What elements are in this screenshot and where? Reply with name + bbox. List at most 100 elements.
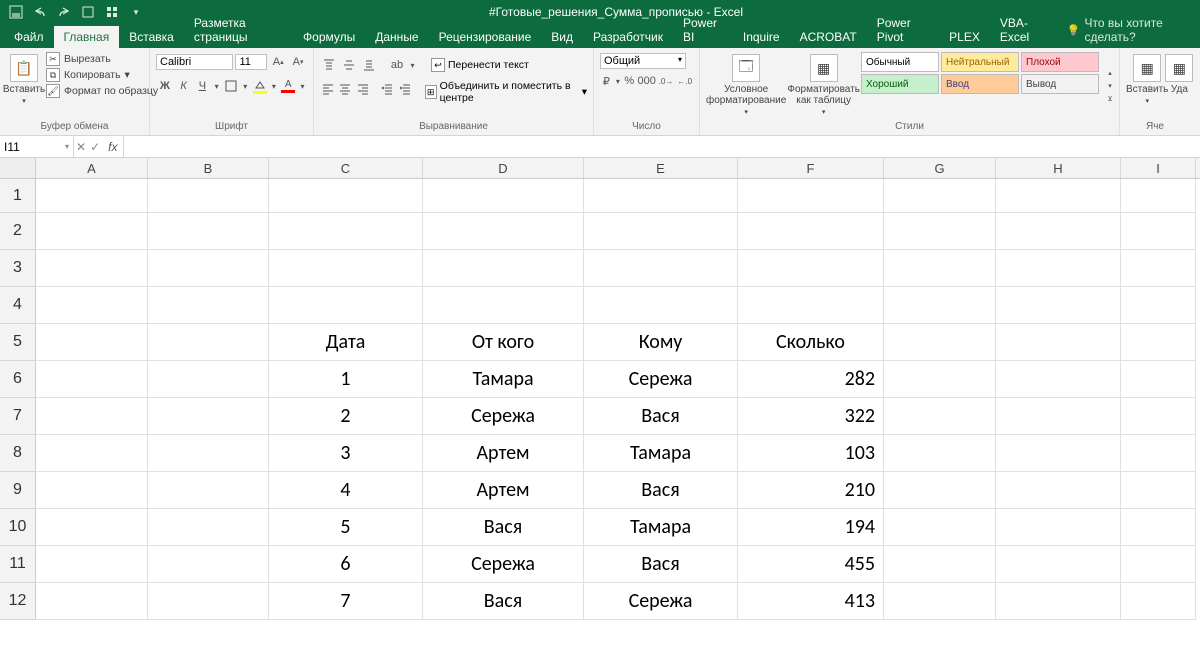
cell-F4[interactable] xyxy=(738,287,884,324)
cell-H7[interactable] xyxy=(996,398,1121,435)
column-header-I[interactable]: I xyxy=(1121,158,1196,178)
enter-icon[interactable]: ✓ xyxy=(90,140,100,154)
cell-H3[interactable] xyxy=(996,250,1121,287)
cell-F7[interactable]: 322 xyxy=(738,398,884,435)
cell-A4[interactable] xyxy=(36,287,148,324)
cell-D3[interactable] xyxy=(423,250,584,287)
orientation-drop[interactable]: ▾ xyxy=(408,56,417,74)
format-painter-button[interactable]: 🖌Формат по образцу xyxy=(46,84,158,98)
cell-H9[interactable] xyxy=(996,472,1121,509)
paste-button[interactable]: 📋 Вставить ▾ xyxy=(6,50,42,121)
cell-A1[interactable] xyxy=(36,179,148,213)
cell-F10[interactable]: 194 xyxy=(738,509,884,546)
fill-color-drop[interactable]: ▾ xyxy=(269,77,278,95)
cell-B6[interactable] xyxy=(148,361,269,398)
cell-C2[interactable] xyxy=(269,213,423,250)
row-header-1[interactable]: 1 xyxy=(0,179,36,213)
merge-center-button[interactable]: ⊞Объединить и поместить в центре ▾ xyxy=(425,80,587,104)
underline-button[interactable]: Ч xyxy=(194,77,212,95)
cell-B11[interactable] xyxy=(148,546,269,583)
cell-D7[interactable]: Сережа xyxy=(423,398,584,435)
cell-F12[interactable]: 413 xyxy=(738,583,884,620)
cell-H5[interactable] xyxy=(996,324,1121,361)
cell-B3[interactable] xyxy=(148,250,269,287)
cell-F5[interactable]: Сколько xyxy=(738,324,884,361)
cell-E4[interactable] xyxy=(584,287,738,324)
column-header-E[interactable]: E xyxy=(584,158,738,178)
qat-icon-4[interactable] xyxy=(80,4,96,20)
cell-I12[interactable] xyxy=(1121,583,1196,620)
cell-B7[interactable] xyxy=(148,398,269,435)
tab-plex[interactable]: PLEX xyxy=(939,26,990,48)
cell-G5[interactable] xyxy=(884,324,996,361)
cell-F6[interactable]: 282 xyxy=(738,361,884,398)
style-neutral[interactable]: Нейтральный xyxy=(941,52,1019,72)
cell-D11[interactable]: Сережа xyxy=(423,546,584,583)
cell-A11[interactable] xyxy=(36,546,148,583)
column-header-F[interactable]: F xyxy=(738,158,884,178)
cell-G6[interactable] xyxy=(884,361,996,398)
tab-page-layout[interactable]: Разметка страницы xyxy=(184,12,293,48)
cell-A6[interactable] xyxy=(36,361,148,398)
cell-E12[interactable]: Сережа xyxy=(584,583,738,620)
style-output[interactable]: Вывод xyxy=(1021,74,1099,94)
underline-drop[interactable]: ▾ xyxy=(212,77,221,95)
row-header-3[interactable]: 3 xyxy=(0,250,36,287)
bold-button[interactable]: Ж xyxy=(156,77,174,95)
cell-F2[interactable] xyxy=(738,213,884,250)
cell-G12[interactable] xyxy=(884,583,996,620)
align-middle-button[interactable] xyxy=(340,56,358,74)
conditional-formatting-button[interactable]: 🗔 Условное форматирование▾ xyxy=(706,50,786,121)
column-header-A[interactable]: A xyxy=(36,158,148,178)
cell-D9[interactable]: Артем xyxy=(423,472,584,509)
cell-F11[interactable]: 455 xyxy=(738,546,884,583)
row-header-7[interactable]: 7 xyxy=(0,398,36,435)
currency-button[interactable]: ₽ xyxy=(600,72,613,90)
cell-G2[interactable] xyxy=(884,213,996,250)
cell-H12[interactable] xyxy=(996,583,1121,620)
cell-C3[interactable] xyxy=(269,250,423,287)
save-icon[interactable] xyxy=(8,4,24,20)
style-good[interactable]: Хороший xyxy=(861,74,939,94)
row-header-9[interactable]: 9 xyxy=(0,472,36,509)
cell-B10[interactable] xyxy=(148,509,269,546)
tell-me-search[interactable]: 💡 Что вы хотите сделать? xyxy=(1057,12,1200,48)
cell-D1[interactable] xyxy=(423,179,584,213)
undo-icon[interactable] xyxy=(32,4,48,20)
cell-I9[interactable] xyxy=(1121,472,1196,509)
cell-E5[interactable]: Кому xyxy=(584,324,738,361)
cell-H4[interactable] xyxy=(996,287,1121,324)
increase-indent-button[interactable] xyxy=(397,80,412,98)
cell-G4[interactable] xyxy=(884,287,996,324)
cell-H8[interactable] xyxy=(996,435,1121,472)
align-left-button[interactable] xyxy=(320,80,335,98)
cut-button[interactable]: ✂Вырезать xyxy=(46,52,158,66)
cell-C1[interactable] xyxy=(269,179,423,213)
cell-D6[interactable]: Тамара xyxy=(423,361,584,398)
cell-C10[interactable]: 5 xyxy=(269,509,423,546)
styles-more[interactable]: ⊻ xyxy=(1101,93,1119,105)
cell-A7[interactable] xyxy=(36,398,148,435)
qat-icon-5[interactable] xyxy=(104,4,120,20)
cell-G10[interactable] xyxy=(884,509,996,546)
cell-B8[interactable] xyxy=(148,435,269,472)
tab-review[interactable]: Рецензирование xyxy=(429,26,542,48)
cell-D5[interactable]: От кого xyxy=(423,324,584,361)
cell-D10[interactable]: Вася xyxy=(423,509,584,546)
borders-drop[interactable]: ▾ xyxy=(241,77,250,95)
decrease-font-button[interactable]: A▾ xyxy=(289,53,307,71)
align-right-button[interactable] xyxy=(355,80,370,98)
cell-C11[interactable]: 6 xyxy=(269,546,423,583)
cell-E3[interactable] xyxy=(584,250,738,287)
insert-cells-button[interactable]: ▦ Вставить▾ xyxy=(1126,50,1168,121)
cell-A5[interactable] xyxy=(36,324,148,361)
cell-E2[interactable] xyxy=(584,213,738,250)
styles-up[interactable]: ▴ xyxy=(1101,67,1119,79)
cell-C7[interactable]: 2 xyxy=(269,398,423,435)
delete-cells-button[interactable]: ▦ Уда xyxy=(1168,50,1190,121)
cell-F3[interactable] xyxy=(738,250,884,287)
row-header-2[interactable]: 2 xyxy=(0,213,36,250)
cell-D4[interactable] xyxy=(423,287,584,324)
row-header-5[interactable]: 5 xyxy=(0,324,36,361)
fx-icon[interactable]: fx xyxy=(104,140,121,154)
